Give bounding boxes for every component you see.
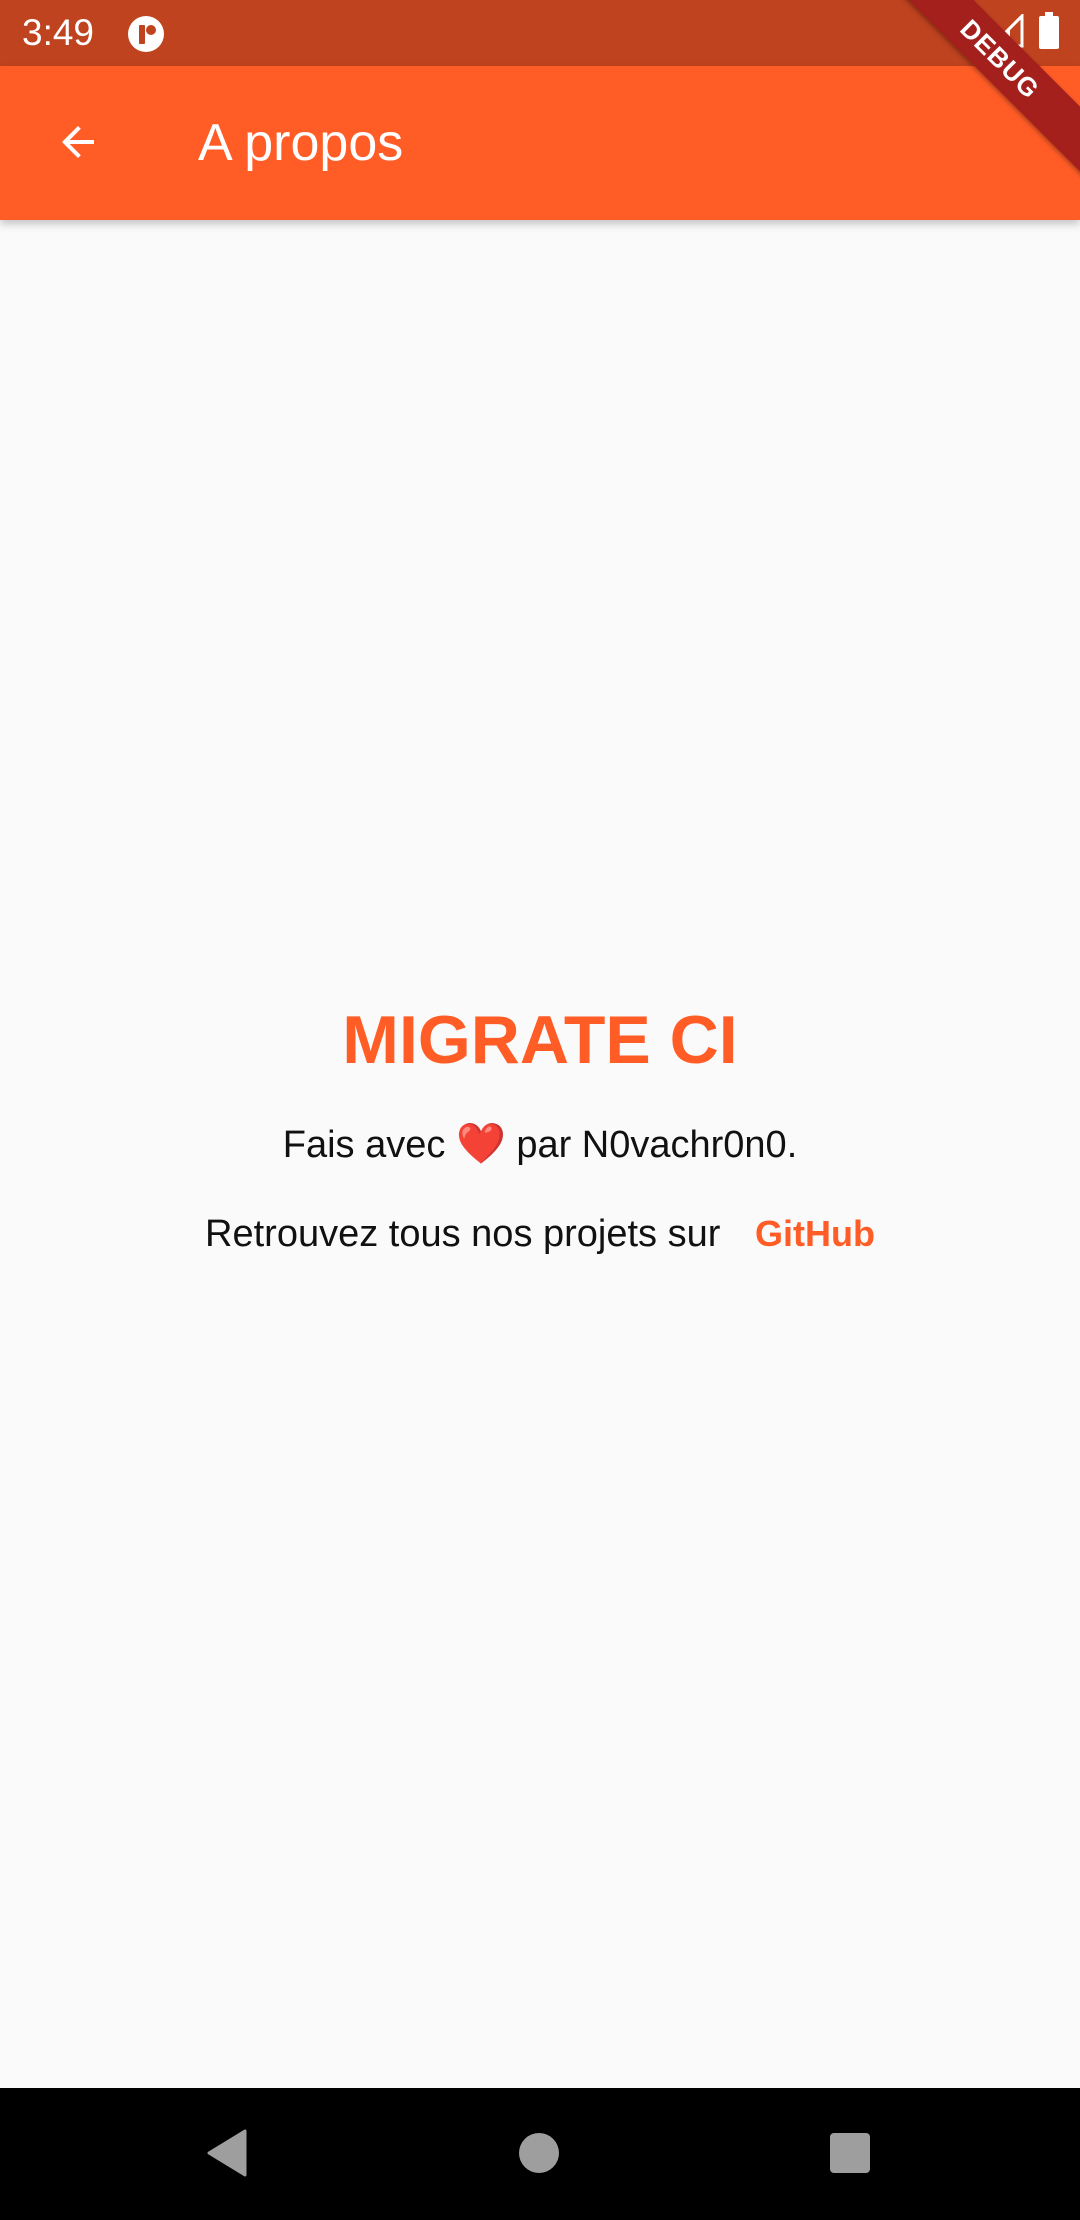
back-button[interactable] <box>28 102 128 186</box>
projects-line: Retrouvez tous nos projets sur GitHub <box>0 1210 1080 1258</box>
back-triangle-icon <box>203 2127 251 2184</box>
credit-suffix: par N0vachr0n0. <box>516 1124 798 1166</box>
battery-icon <box>1038 11 1060 55</box>
status-time: 3:49 <box>22 12 95 53</box>
credit-prefix: Fais avec <box>282 1124 446 1166</box>
credit-line: Fais avec ❤️ par N0vachr0n0. <box>0 1120 1080 1169</box>
app-bar: A propos <box>0 66 1080 220</box>
nav-back-button[interactable] <box>182 2110 272 2200</box>
app-name-heading: MIGRATE CI <box>342 1002 738 1078</box>
about-screen: 3:49 A propos DEBUG MIGRATE CI Fais avec… <box>0 0 1080 2220</box>
about-content: MIGRATE CI Fais avec ❤️ par N0vachr0n0. … <box>0 220 1080 2088</box>
github-link[interactable]: GitHub <box>755 1213 875 1254</box>
heart-icon: ❤️ <box>455 1122 506 1166</box>
arrow-back-icon <box>54 118 102 171</box>
nav-home-button[interactable] <box>494 2110 584 2200</box>
home-circle-icon <box>517 2131 561 2180</box>
nav-recents-button[interactable] <box>805 2110 895 2200</box>
app-notification-icon <box>126 14 166 54</box>
projects-text: Retrouvez tous nos projets sur <box>205 1213 721 1255</box>
page-title: A propos <box>198 114 404 172</box>
system-nav-bar <box>0 2088 1080 2220</box>
recents-square-icon <box>828 2131 872 2180</box>
